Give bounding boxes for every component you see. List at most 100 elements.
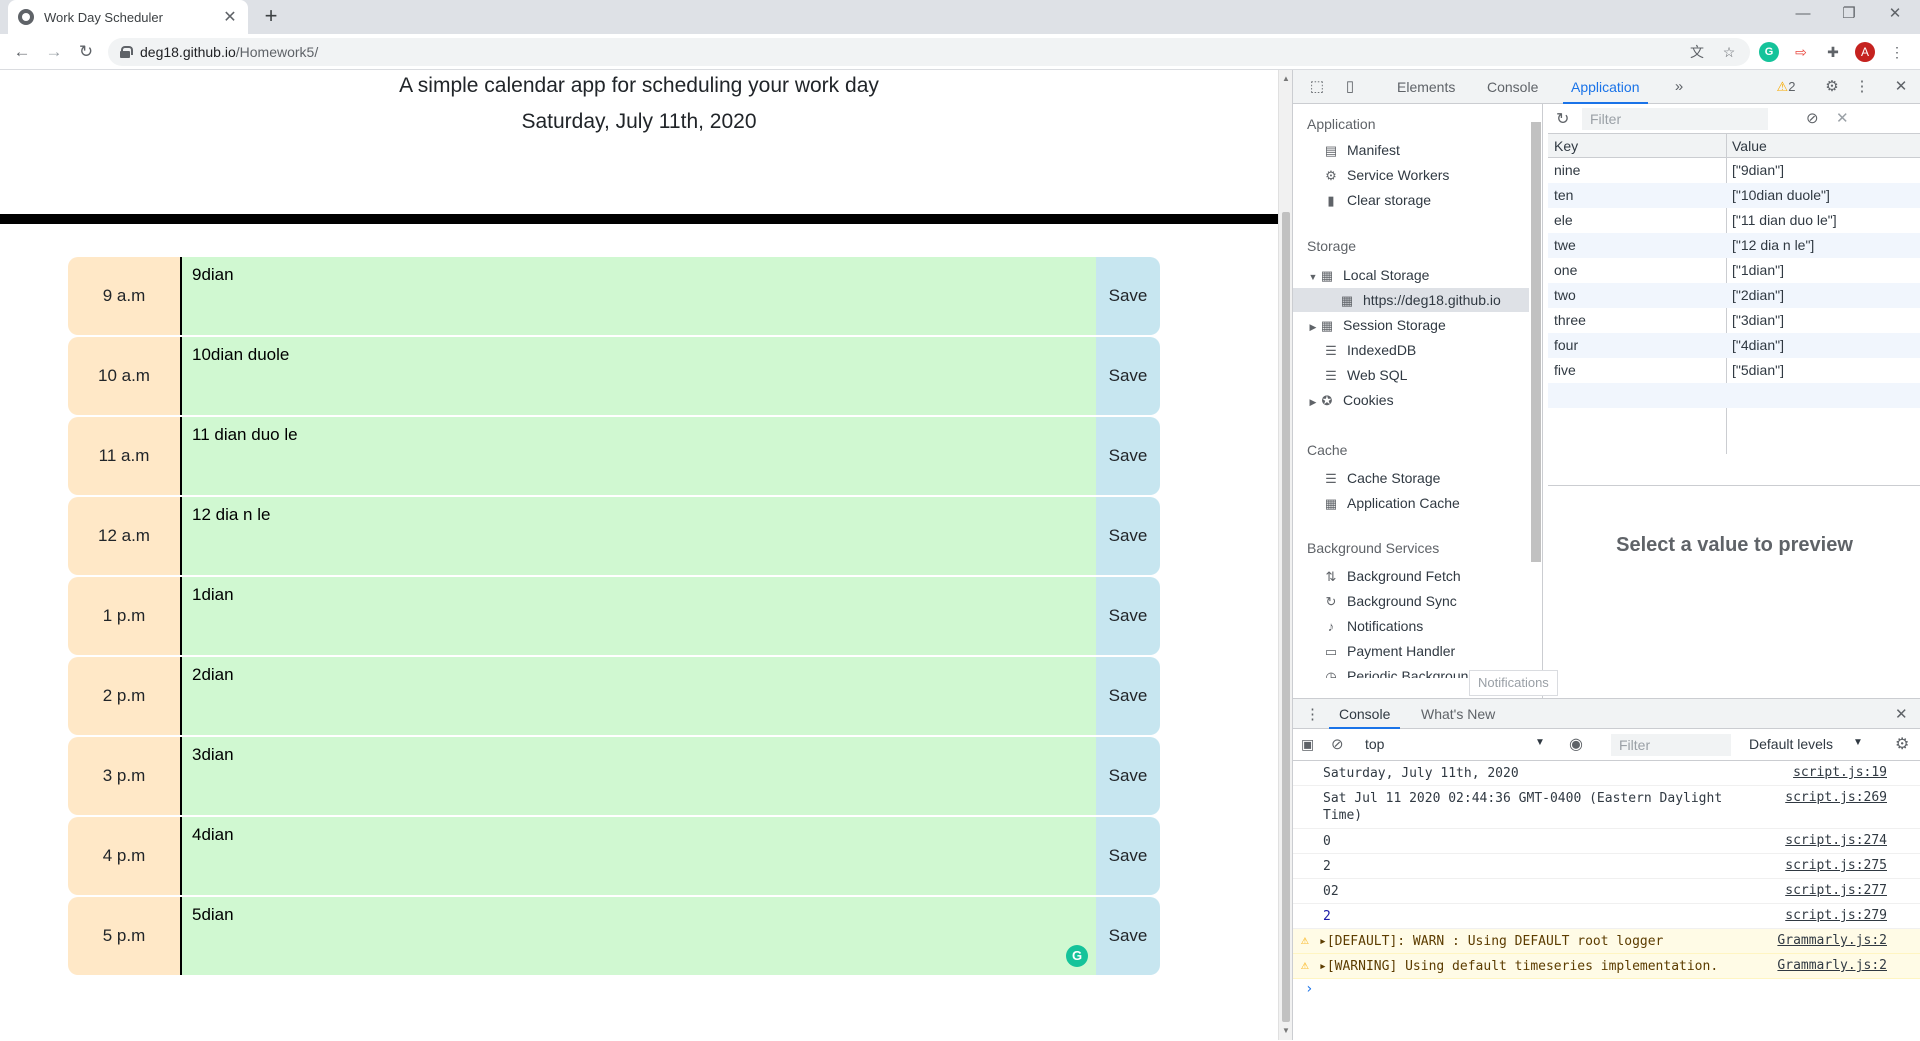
devtools-menu-icon[interactable]: ⋮ [1852,78,1872,96]
close-drawer-icon[interactable]: ✕ [1895,705,1908,723]
restore-button[interactable]: ❐ [1826,0,1872,30]
log-levels-dropdown[interactable]: Default levels [1749,736,1833,752]
event-textarea[interactable]: 12 dia n le [182,497,1096,575]
sidebar-item-cache-storage[interactable]: ☰ Cache Storage [1293,466,1529,490]
event-textarea[interactable]: 9dian [182,257,1096,335]
page-scrollbar[interactable]: ▲ ▼ [1278,70,1292,1040]
sidebar-item-background-fetch[interactable]: ⇅ Background Fetch [1293,564,1529,588]
sidebar-item-web-sql[interactable]: ☰ Web SQL [1293,363,1529,387]
context-selector[interactable]: top [1365,736,1384,752]
save-button[interactable]: Save [1096,737,1160,815]
scrollbar-thumb[interactable] [1282,212,1290,1022]
translate-icon[interactable]: 文 [1687,42,1707,62]
inspect-element-icon[interactable]: ⬚ [1307,78,1327,96]
event-textarea[interactable]: 1dian [182,577,1096,655]
scroll-down-icon[interactable]: ▼ [1282,1026,1290,1035]
table-row[interactable]: one ["1dian"] [1548,258,1920,283]
close-tab-icon[interactable]: ✕ [222,7,238,27]
browser-tab[interactable]: Work Day Scheduler ✕ [8,0,248,34]
save-button[interactable]: Save [1096,337,1160,415]
forward-button[interactable]: → [42,40,66,64]
event-textarea[interactable]: 10dian duole [182,337,1096,415]
event-textarea[interactable]: 4dian [182,817,1096,895]
sidebar-item-manifest[interactable]: ▤ Manifest [1293,138,1529,162]
save-button[interactable]: Save [1096,417,1160,495]
collapsed-triangle-icon[interactable]: ▶ [1307,390,1319,414]
save-button[interactable]: Save [1096,257,1160,335]
event-textarea[interactable]: 2dian [182,657,1096,735]
sidebar-item-notifications[interactable]: ♪ Notifications [1293,614,1529,638]
sidebar-item-cookies[interactable]: ▶ ✪ Cookies [1293,388,1529,412]
sidebar-item-application-cache[interactable]: ▦ Application Cache [1293,491,1529,515]
chevron-down-icon[interactable]: ▼ [1853,737,1863,748]
event-textarea[interactable]: 3dian [182,737,1096,815]
column-header-value[interactable]: Value [1732,134,1767,158]
device-toolbar-icon[interactable]: ▯ [1340,78,1360,96]
tab-elements[interactable]: Elements [1397,70,1455,104]
address-bar[interactable]: deg18.github.io/Homework5/ [108,38,1750,66]
log-source-link[interactable]: Grammarly.js:2 [1777,933,1887,948]
scrollbar-thumb[interactable] [1531,122,1541,562]
log-source-link[interactable]: script.js:19 [1793,765,1887,780]
new-tab-button[interactable]: + [258,3,284,29]
save-button[interactable]: Save [1096,497,1160,575]
table-row[interactable]: twe ["12 dia n le"] [1548,233,1920,258]
grammarly-icon[interactable]: G [1066,945,1088,967]
table-row[interactable]: four ["4dian"] [1548,333,1920,358]
tab-console-drawer[interactable]: Console [1329,699,1401,729]
warning-counter[interactable]: ⚠2 [1771,78,1801,96]
scroll-up-icon[interactable]: ▲ [1282,74,1290,83]
save-button[interactable]: Save [1096,577,1160,655]
save-button[interactable]: Save [1096,817,1160,895]
storage-filter-input[interactable]: Filter [1582,108,1768,130]
log-source-link[interactable]: Grammarly.js:2 [1777,958,1887,973]
close-window-button[interactable]: ✕ [1872,0,1918,30]
collapsed-triangle-icon[interactable]: ▶ [1307,315,1319,339]
table-row[interactable]: three ["3dian"] [1548,308,1920,333]
console-filter-input[interactable]: Filter [1611,734,1731,756]
sidebar-item-background-sync[interactable]: ↻ Background Sync [1293,589,1529,613]
cast-extension-icon[interactable]: ⇨ [1791,42,1811,62]
sidebar-item-service-workers[interactable]: ⚙ Service Workers [1293,163,1529,187]
sidebar-scrollbar[interactable] [1531,110,1541,580]
column-header-key[interactable]: Key [1554,134,1578,158]
clear-all-icon[interactable]: ⊘ [1806,109,1819,127]
save-button[interactable]: Save [1096,657,1160,735]
expanded-triangle-icon[interactable]: ▼ [1307,265,1319,289]
browser-menu-icon[interactable]: ⋮ [1887,42,1907,62]
tab-application[interactable]: Application [1563,70,1648,104]
log-message[interactable]: ▸[WARNING] Using default timeseries impl… [1319,958,1749,975]
grammarly-extension-icon[interactable]: G [1759,42,1779,62]
event-textarea[interactable]: 5dian G [182,897,1096,975]
clear-console-icon[interactable]: ⊘ [1331,735,1344,753]
console-settings-icon[interactable]: ⚙ [1895,734,1909,754]
back-button[interactable]: ← [10,40,34,64]
log-source-link[interactable]: script.js:274 [1785,833,1887,848]
table-row[interactable]: nine ["9dian"] [1548,158,1920,183]
expand-triangle-icon[interactable]: ▸ [1319,934,1327,949]
sidebar-toggle-icon[interactable]: ▣ [1301,736,1314,753]
drawer-menu-icon[interactable]: ⋮ [1305,705,1320,723]
settings-gear-icon[interactable]: ⚙ [1822,78,1842,96]
sidebar-item-local-storage[interactable]: ▼ ▦ Local Storage [1293,263,1529,287]
table-row[interactable]: ele ["11 dian duo le"] [1548,208,1920,233]
tab-whats-new[interactable]: What's New [1421,699,1495,729]
minimize-button[interactable]: — [1780,0,1826,30]
log-message[interactable]: ▸[DEFAULT]: WARN : Using DEFAULT root lo… [1319,933,1749,950]
more-tabs-icon[interactable]: » [1669,78,1689,96]
table-row[interactable]: ten ["10dian duole"] [1548,183,1920,208]
refresh-icon[interactable]: ↻ [1556,109,1569,129]
console-prompt-icon[interactable]: › [1305,981,1313,997]
expand-triangle-icon[interactable]: ▸ [1319,959,1327,974]
profile-avatar[interactable]: A [1855,42,1875,62]
sidebar-item-local-storage-origin[interactable]: ▦ https://deg18.github.io [1293,288,1529,312]
delete-selected-icon[interactable]: ✕ [1836,109,1849,127]
save-button[interactable]: Save [1096,897,1160,975]
event-textarea[interactable]: 11 dian duo le [182,417,1096,495]
sidebar-item-payment-handler[interactable]: ▭ Payment Handler [1293,639,1529,663]
sidebar-item-indexeddb[interactable]: ☰ IndexedDB [1293,338,1529,362]
table-row[interactable]: five ["5dian"] [1548,358,1920,383]
sidebar-item-clear-storage[interactable]: ▮ Clear storage [1293,188,1529,212]
empty-table-row[interactable] [1548,383,1920,408]
chevron-down-icon[interactable]: ▼ [1535,737,1545,748]
